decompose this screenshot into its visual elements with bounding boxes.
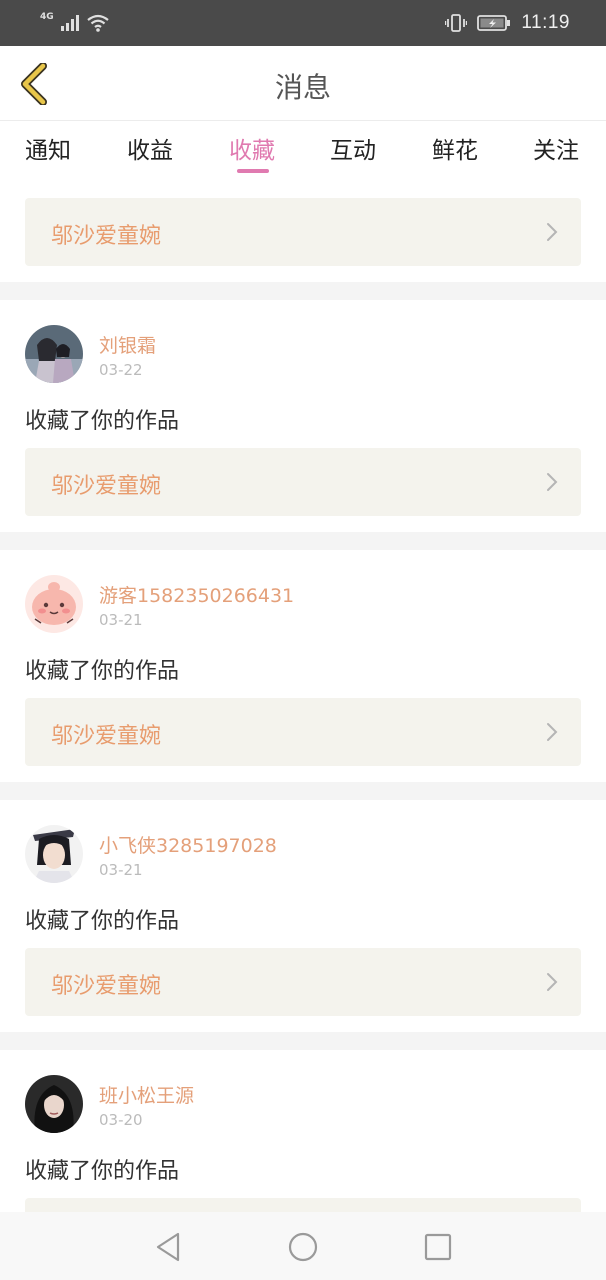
- work-title: 邬沙爱童婉: [51, 224, 162, 249]
- system-nav-bar: [0, 1212, 606, 1280]
- message-card: 班小松王源 03-20 收藏了你的作品: [0, 1050, 606, 1266]
- message-card: 小飞侠3285197028 03-21 收藏了你的作品 邬沙爱童婉: [0, 800, 606, 1032]
- avatar[interactable]: [25, 325, 83, 383]
- message-date: 03-21: [99, 861, 143, 879]
- work-title: 邬沙爱童婉: [51, 974, 162, 999]
- app-header: 消息: [0, 46, 606, 121]
- action-text: 收藏了你的作品: [25, 409, 180, 434]
- battery-charging-icon: [477, 15, 511, 31]
- message-date: 03-21: [99, 611, 143, 629]
- action-text: 收藏了你的作品: [25, 909, 180, 934]
- network-type-label: 4G: [40, 12, 54, 22]
- tab-interaction[interactable]: 互动: [330, 131, 376, 165]
- chevron-right-icon: [547, 473, 558, 491]
- wifi-icon: [86, 14, 109, 32]
- action-text: 收藏了你的作品: [25, 659, 180, 684]
- message-card: 游客1582350266431 03-21 收藏了你的作品 邬沙爱童婉: [0, 550, 606, 782]
- message-card: 邬沙爱童婉: [0, 183, 606, 282]
- home-circle-icon[interactable]: [286, 1230, 320, 1264]
- tab-favorites[interactable]: 收藏: [229, 131, 275, 165]
- message-card: 刘银霜 03-22 收藏了你的作品 邬沙爱童婉: [0, 300, 606, 532]
- work-link[interactable]: 邬沙爱童婉: [25, 698, 581, 766]
- tab-follow[interactable]: 关注: [533, 131, 579, 165]
- work-link[interactable]: 邬沙爱童婉: [25, 948, 581, 1016]
- active-tab-indicator: [237, 169, 269, 173]
- avatar[interactable]: [25, 575, 83, 633]
- tab-earnings[interactable]: 收益: [127, 131, 173, 165]
- chevron-right-icon: [547, 973, 558, 991]
- chevron-right-icon: [547, 223, 558, 241]
- work-link[interactable]: 邬沙爱童婉: [25, 448, 581, 516]
- tab-flowers[interactable]: 鲜花: [432, 131, 478, 165]
- page-title: 消息: [274, 71, 331, 104]
- avatar[interactable]: [25, 825, 83, 883]
- message-date: 03-22: [99, 361, 143, 379]
- username[interactable]: 游客1582350266431: [99, 581, 294, 608]
- back-triangle-icon[interactable]: [152, 1230, 186, 1264]
- work-title: 邬沙爱童婉: [51, 474, 162, 499]
- vibrate-icon: [445, 14, 468, 32]
- tab-bar: 通知 收益 收藏 互动 鲜花 关注: [0, 121, 606, 183]
- status-time: 11:19: [521, 12, 570, 33]
- status-bar: 4G 11:19: [0, 0, 606, 46]
- tab-notification[interactable]: 通知: [25, 131, 71, 165]
- username[interactable]: 班小松王源: [99, 1081, 194, 1108]
- username[interactable]: 小飞侠3285197028: [99, 831, 277, 858]
- recents-square-icon[interactable]: [421, 1230, 455, 1264]
- signal-icon: [60, 15, 79, 31]
- username[interactable]: 刘银霜: [99, 331, 156, 358]
- message-date: 03-20: [99, 1111, 143, 1129]
- work-title: 邬沙爱童婉: [51, 724, 162, 749]
- work-link[interactable]: 邬沙爱童婉: [25, 198, 581, 266]
- avatar[interactable]: [25, 1075, 83, 1133]
- chevron-right-icon: [547, 723, 558, 741]
- action-text: 收藏了你的作品: [25, 1159, 180, 1184]
